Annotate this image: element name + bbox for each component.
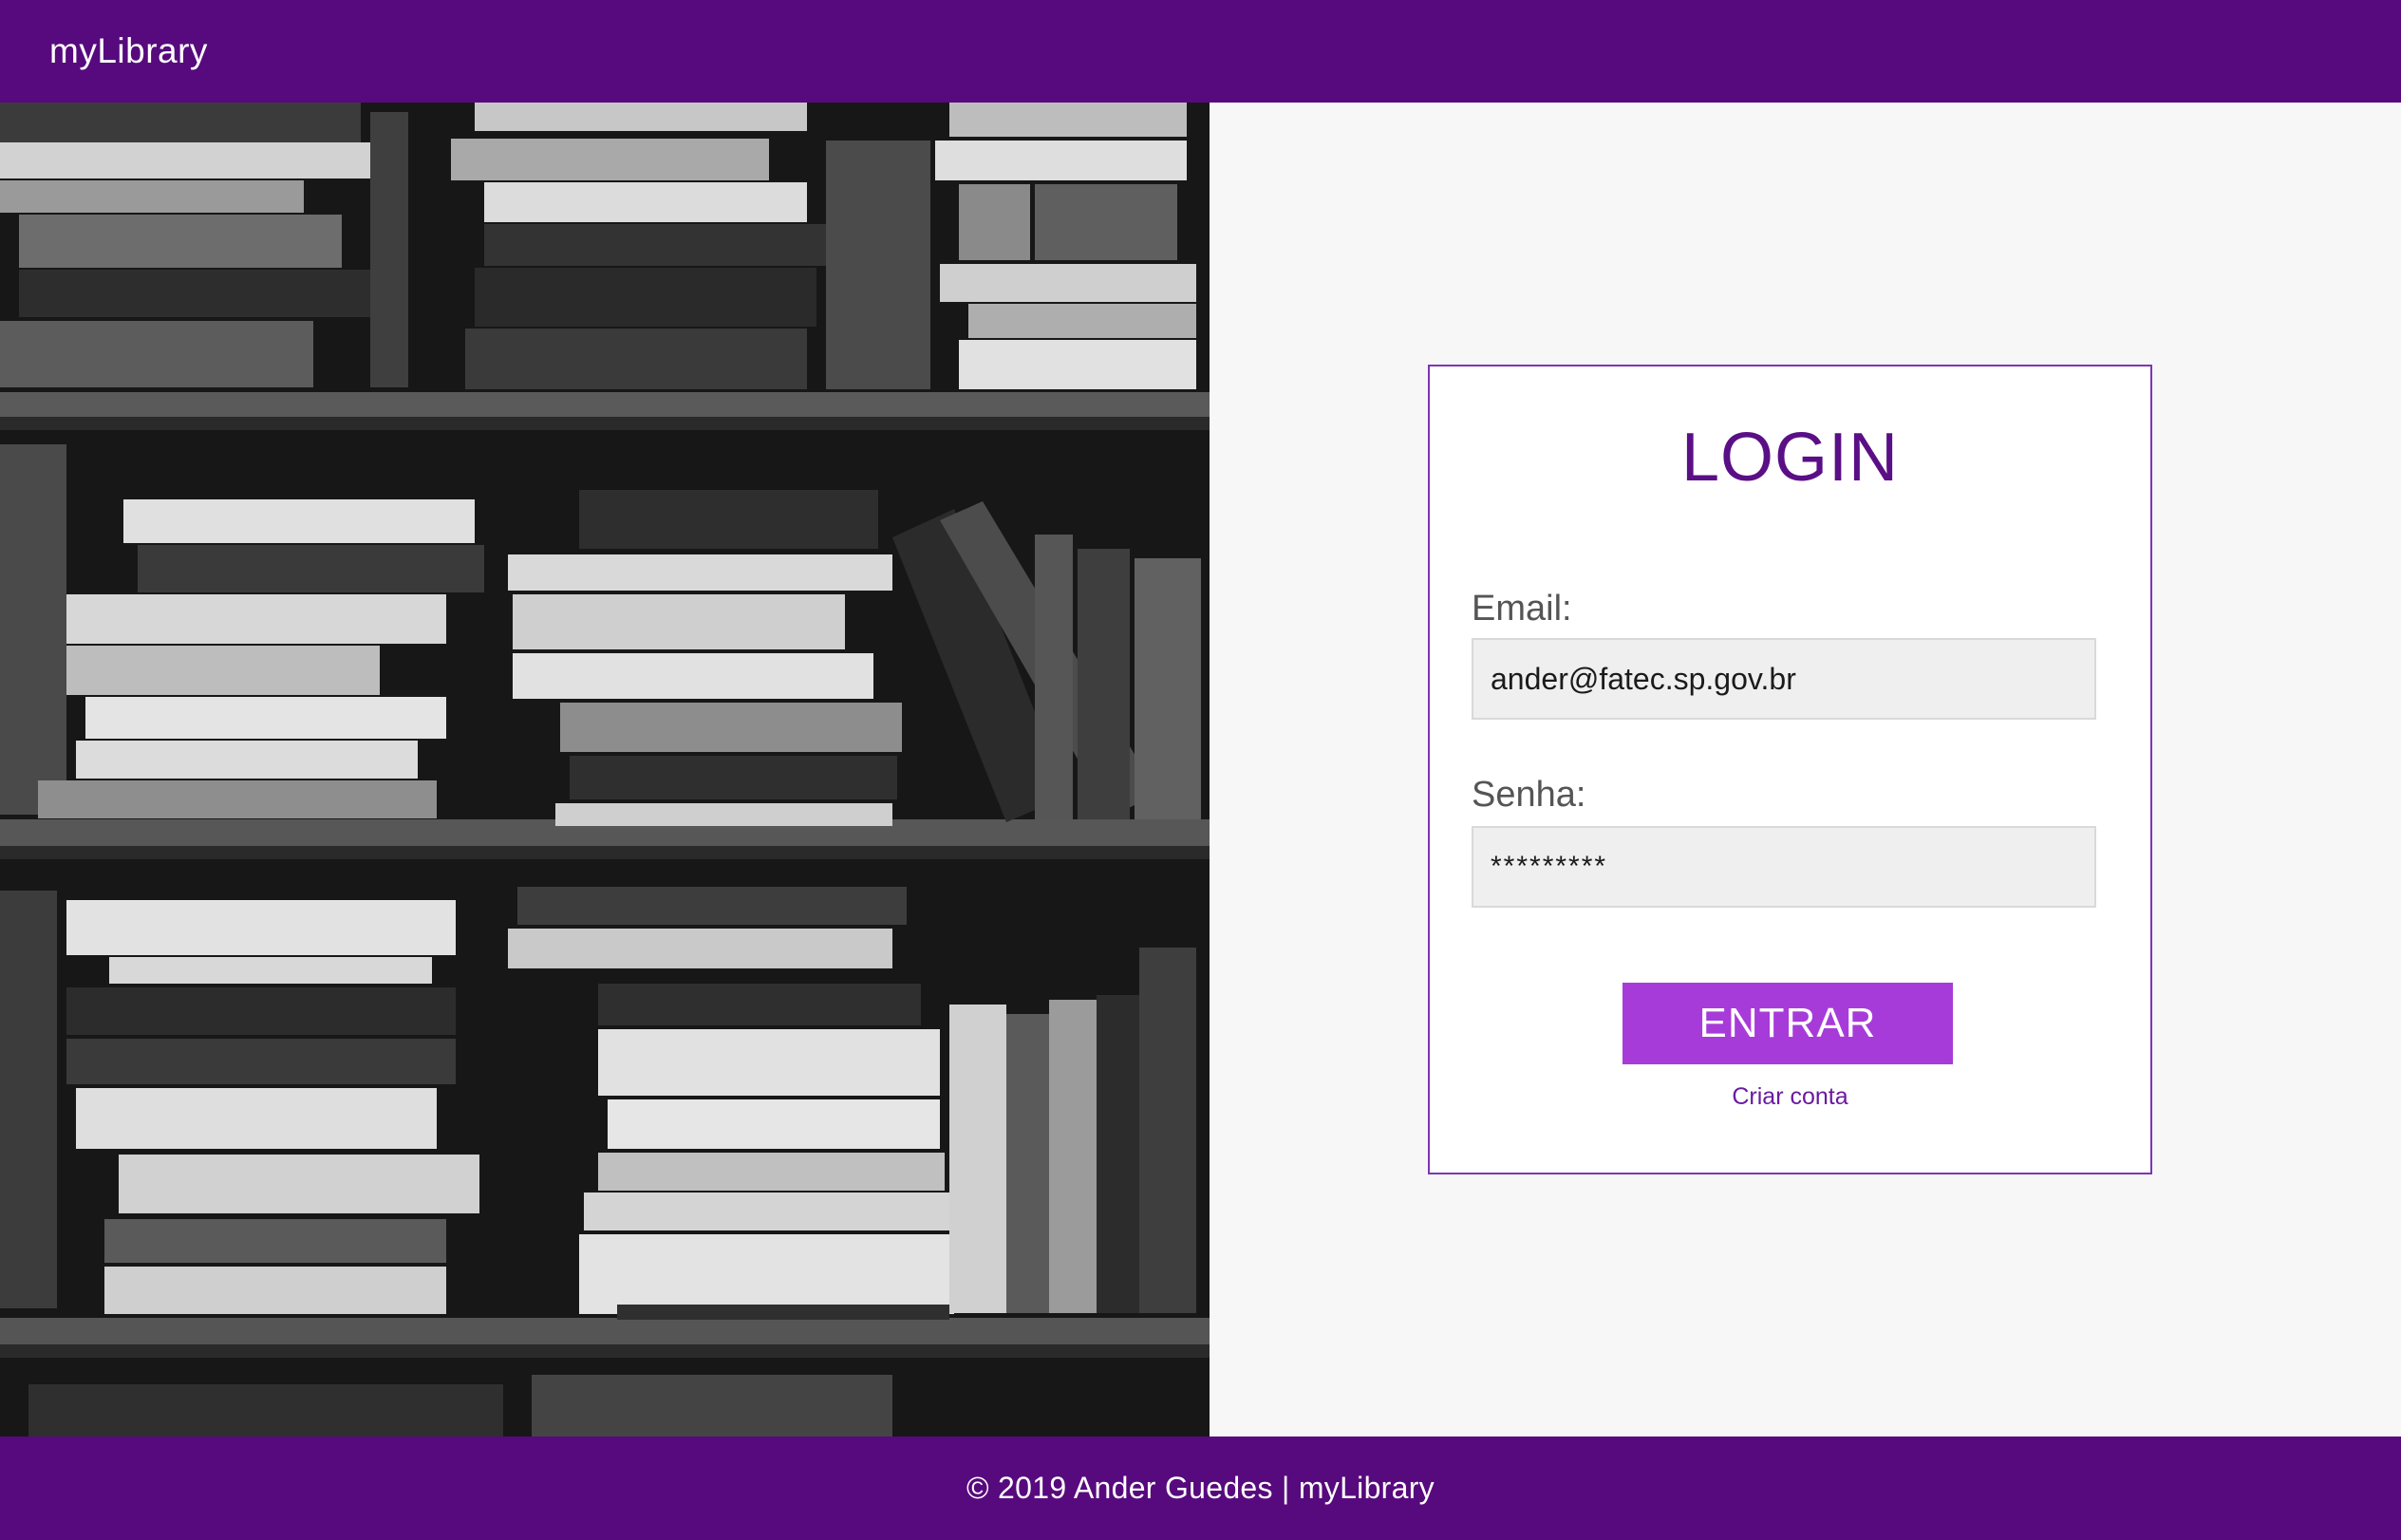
submit-login-button[interactable]: ENTRAR	[1623, 983, 1953, 1064]
bookshelf-illustration	[0, 103, 1210, 1437]
brand-logo-text[interactable]: myLibrary	[49, 31, 208, 71]
top-navbar: myLibrary	[0, 0, 2401, 103]
login-card: LOGIN Email: Senha: ENTRAR Criar conta	[1428, 365, 2152, 1174]
bookshelf-hero-image	[0, 103, 1210, 1437]
footer-copyright: © 2019 Ander Guedes | myLibrary	[966, 1471, 1435, 1505]
email-field[interactable]	[1472, 638, 2096, 720]
footer: © 2019 Ander Guedes | myLibrary	[0, 1437, 2401, 1540]
password-label: Senha:	[1472, 775, 1586, 815]
create-account-link[interactable]: Criar conta	[1430, 1083, 2150, 1111]
email-label: Email:	[1472, 589, 1572, 629]
login-title: LOGIN	[1680, 420, 1900, 496]
password-field[interactable]	[1472, 826, 2096, 908]
